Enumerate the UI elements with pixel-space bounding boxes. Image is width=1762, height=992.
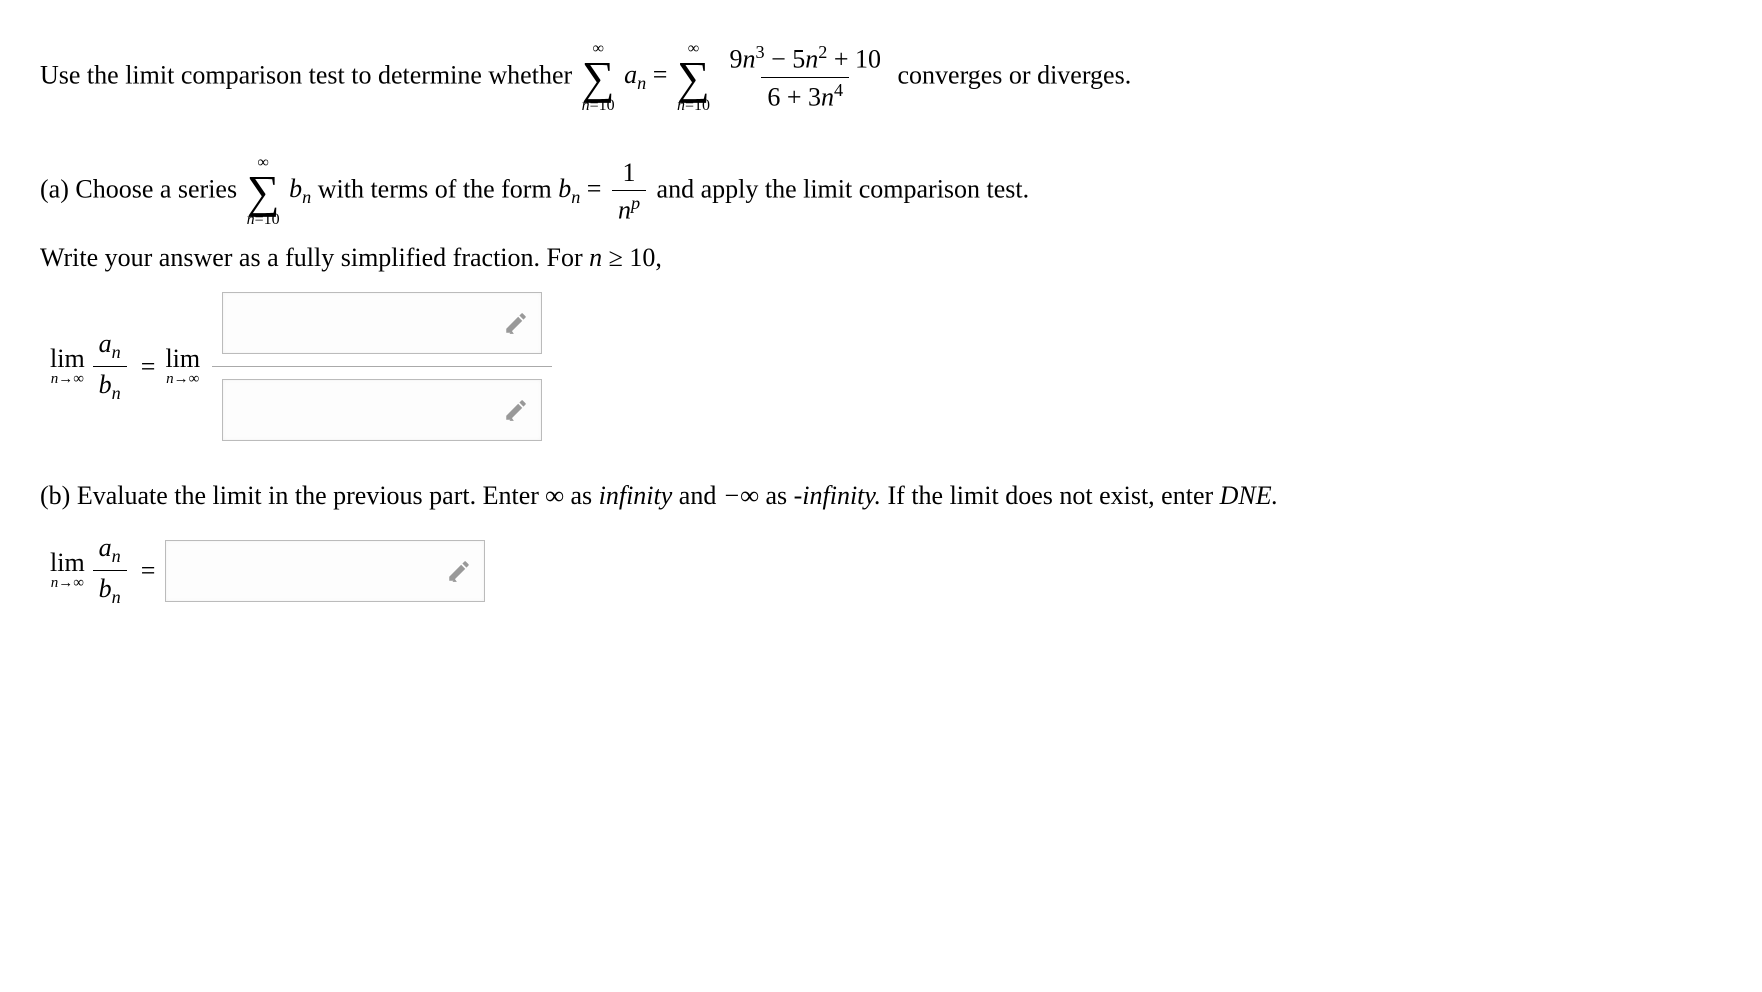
part-a-mid: with terms of the form: [318, 174, 558, 203]
denominator-input[interactable]: [222, 379, 542, 441]
pencil-icon: [503, 310, 529, 336]
an-term: an: [624, 60, 646, 89]
limit-value-input[interactable]: [165, 540, 485, 602]
limit-symbol-1: lim n→∞: [50, 346, 85, 387]
problem-intro: Use the limit comparison test to determi…: [40, 40, 1722, 115]
intro-prefix: Use the limit comparison test to determi…: [40, 60, 579, 89]
bn-fraction: 1 np: [612, 155, 646, 228]
fraction-divider: [212, 366, 552, 367]
sum-symbol-bn: ∞ ∑ n=10: [247, 155, 280, 228]
numerator-input[interactable]: [222, 292, 542, 354]
main-fraction: 9n3 − 5n2 + 10 6 + 3n4: [723, 40, 887, 115]
part-a-after: and apply the limit comparison test.: [657, 174, 1030, 203]
an-over-bn-1: an bn: [93, 326, 127, 407]
intro-suffix: converges or diverges.: [898, 60, 1132, 89]
limit-symbol-3: lim n→∞: [50, 550, 85, 591]
pencil-icon: [446, 558, 472, 584]
part-a-label: (a) Choose a series: [40, 174, 244, 203]
part-a: (a) Choose a series ∞ ∑ n=10 bn with ter…: [40, 155, 1722, 441]
bn-term: bn: [289, 174, 311, 203]
sum-symbol-1: ∞ ∑ n=10: [582, 41, 615, 114]
pencil-icon: [503, 397, 529, 423]
limit-symbol-2: lim n→∞: [165, 346, 200, 387]
an-over-bn-2: an bn: [93, 530, 127, 611]
sum-symbol-2: ∞ ∑ n=10: [677, 41, 710, 114]
part-b: (b) Evaluate the limit in the previous p…: [40, 476, 1722, 611]
